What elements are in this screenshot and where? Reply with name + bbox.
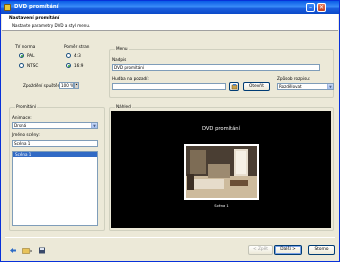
transition-style-label: Způsob rozpisu: xyxy=(277,76,311,81)
tv-norm-label: TV norma xyxy=(15,44,36,49)
preview-thumbnail[interactable] xyxy=(184,144,259,200)
app-icon xyxy=(4,4,11,11)
music-icon-button[interactable] xyxy=(229,82,239,91)
scene-name-input[interactable]: Scéna 1 xyxy=(12,140,98,147)
close-icon: ✕ xyxy=(318,4,325,11)
slideshow-transition-value: Drsná xyxy=(14,123,27,128)
room-photo-image xyxy=(186,146,257,198)
start-delay-spinner[interactable]: ▴ xyxy=(74,82,79,89)
radio-16-9[interactable] xyxy=(66,63,71,68)
menu-title-input[interactable]: DVD promítání xyxy=(112,64,320,71)
cancel-button[interactable]: Storno xyxy=(308,245,335,255)
next-button[interactable]: Další > xyxy=(274,245,302,255)
browse-button[interactable]: Otevřít xyxy=(243,82,270,91)
bg-music-input[interactable] xyxy=(112,83,226,90)
back-button[interactable]: < Zpět xyxy=(248,245,273,255)
folder-icon xyxy=(22,248,32,254)
spin-up-icon: ▴ xyxy=(75,82,78,86)
slideshow-group-label: Promítání xyxy=(15,104,37,109)
dialog-window: DVD promítání – ✕ Nastavení promítání Na… xyxy=(0,0,340,262)
wizard-header: Nastavení promítání Nastavte parametry D… xyxy=(2,14,338,31)
start-delay-label: Zpoždění spuštění: xyxy=(23,83,63,88)
preview-group-label: Náhled xyxy=(115,104,132,109)
header-subtitle: Nastavte parametry DVD a styl menu. xyxy=(12,23,91,28)
radio-4-3[interactable] xyxy=(66,53,71,58)
scene-list-item[interactable]: Scéna 1 xyxy=(13,152,97,157)
back-arrow-icon xyxy=(10,248,16,253)
back-arrow-button[interactable] xyxy=(9,247,17,254)
footer-divider xyxy=(5,237,335,238)
preview-thumbnail-caption: Scéna 1 xyxy=(214,204,229,208)
preview-canvas: DVD promítání Scéna 1 xyxy=(111,111,331,228)
transition-style-select[interactable]: Rozdělovat ▼ xyxy=(277,83,334,90)
open-folder-button[interactable] xyxy=(22,247,32,254)
menu-title-label: Nadpis xyxy=(112,57,127,62)
minimize-icon: – xyxy=(309,4,312,11)
menu-group xyxy=(109,49,334,98)
radio-ntsc-label: NTSC xyxy=(27,63,39,68)
slideshow-transition-label: Animace: xyxy=(12,115,32,120)
title-bar[interactable]: DVD promítání – ✕ xyxy=(1,1,339,14)
slideshow-transition-select[interactable]: Drsná ▼ xyxy=(12,122,98,129)
radio-pal-label: PAL xyxy=(27,53,35,58)
scene-list[interactable]: Scéna 1 xyxy=(12,151,98,226)
chevron-down-icon: ▼ xyxy=(327,84,333,89)
radio-4-3-label: 4:3 xyxy=(74,53,81,58)
window-title: DVD promítání xyxy=(14,4,59,10)
radio-pal[interactable] xyxy=(19,53,24,58)
bg-music-label: Hudba na pozadí: xyxy=(112,76,149,81)
radio-16-9-label: 16:9 xyxy=(74,63,84,68)
menu-group-label: Menu xyxy=(115,46,129,51)
preview-menu-title: DVD promítání xyxy=(201,126,241,132)
aspect-label: Poměr stran xyxy=(64,44,90,49)
minimize-button[interactable]: – xyxy=(306,3,315,12)
start-delay-input[interactable]: 100 % xyxy=(59,82,74,89)
scene-name-label: Jméno scény: xyxy=(12,132,40,137)
header-title: Nastavení promítání xyxy=(9,16,60,21)
transition-style-value: Rozdělovat xyxy=(279,84,302,89)
music-note-icon xyxy=(231,84,238,90)
chevron-down-icon: ▼ xyxy=(91,123,97,128)
radio-ntsc[interactable] xyxy=(19,63,24,68)
save-button[interactable] xyxy=(38,247,46,254)
save-disk-icon xyxy=(39,247,45,254)
close-button[interactable]: ✕ xyxy=(317,3,326,12)
